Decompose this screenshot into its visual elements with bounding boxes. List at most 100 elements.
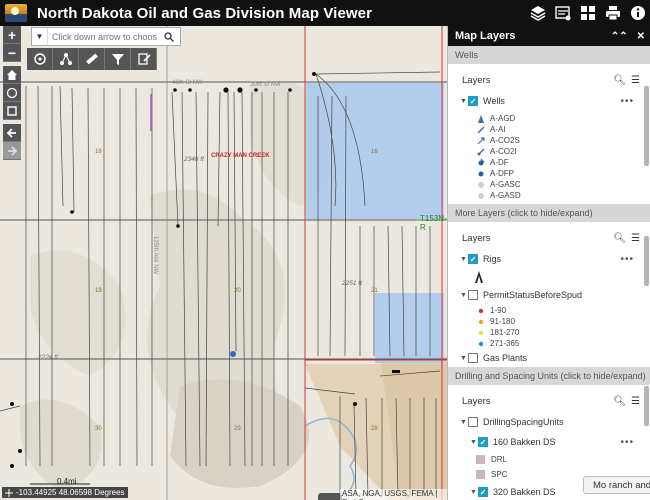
ndic-logo bbox=[5, 4, 27, 22]
share-icon[interactable] bbox=[53, 48, 79, 70]
identify-icon[interactable] bbox=[27, 48, 53, 70]
coordinate-text: -103.44925 48.06598 Degrees bbox=[16, 488, 125, 497]
road-label: 30th St NW bbox=[250, 82, 281, 88]
attribution-text: ASA, NGA, USGS, FEMA | Esri Con bbox=[340, 489, 447, 500]
chevron-down-icon[interactable]: ▼ bbox=[460, 256, 468, 263]
collapse-icon[interactable]: ⌃⌃ bbox=[611, 31, 628, 42]
permit-legend: 1-90 91-180 181-270 271-365 bbox=[448, 305, 650, 349]
map-nav-controls: + − bbox=[3, 26, 21, 160]
legend-item: A-AI bbox=[448, 124, 650, 135]
legend-item: 91-180 bbox=[448, 316, 650, 327]
measure-icon[interactable] bbox=[79, 48, 105, 70]
section-label: 30 bbox=[95, 426, 102, 432]
forward-arrow-icon[interactable] bbox=[3, 142, 21, 160]
header-toolbar bbox=[529, 0, 646, 26]
more-options-icon[interactable]: ••• bbox=[620, 254, 634, 265]
layer-label: Gas Plants bbox=[483, 353, 528, 363]
list-filter-icon[interactable]: ☰ bbox=[631, 75, 640, 86]
fullscreen-icon[interactable] bbox=[3, 102, 21, 120]
layer-row-rigs[interactable]: ▼ ✓ Rigs ••• bbox=[448, 249, 650, 269]
layer-row-wells[interactable]: ▼ ✓ Wells ••• bbox=[448, 91, 650, 111]
wells-scrollbar[interactable] bbox=[644, 86, 649, 166]
section-label: 28 bbox=[371, 426, 378, 432]
search-icon[interactable]: 🔍︎ bbox=[613, 233, 626, 244]
legend-item: A-AGD bbox=[448, 113, 650, 124]
tooltip-box: Mo ranch and Ga bbox=[583, 476, 650, 494]
road-label: 125th Ave NW bbox=[152, 236, 158, 275]
app-header: North Dakota Oil and Gas Division Map Vi… bbox=[0, 0, 650, 26]
more-options-icon[interactable]: ••• bbox=[620, 96, 634, 107]
attribute-table-handle[interactable] bbox=[318, 493, 342, 500]
more-layers-section-bar[interactable]: More Layers (click to hide/expand) bbox=[448, 204, 650, 222]
chevron-down-icon[interactable]: ▼ bbox=[32, 28, 48, 45]
list-filter-icon[interactable]: ☰ bbox=[631, 233, 640, 244]
back-arrow-icon[interactable] bbox=[3, 124, 21, 142]
layers-panel: Map Layers ⌃⌃ ✕ Wells Layers 🔍︎ ☰ ▼ ✓ Wel… bbox=[447, 26, 650, 500]
dsu-checkbox[interactable] bbox=[468, 417, 478, 427]
search-input[interactable] bbox=[48, 29, 160, 44]
print-icon[interactable] bbox=[604, 5, 621, 22]
drilling-section-bar[interactable]: Drilling and Spacing Units (click to hid… bbox=[448, 367, 650, 385]
grid-icon[interactable] bbox=[579, 5, 596, 22]
bakken320-checkbox[interactable]: ✓ bbox=[478, 487, 488, 497]
section-label: 21 bbox=[371, 288, 378, 294]
permit-checkbox[interactable] bbox=[468, 290, 478, 300]
close-icon[interactable]: ✕ bbox=[637, 31, 645, 42]
layer-row-gas-plants[interactable]: ▼ Gas Plants bbox=[448, 349, 650, 367]
section-label: 19 bbox=[95, 288, 102, 294]
layer-label: Wells bbox=[483, 96, 505, 106]
list-filter-icon[interactable]: ☰ bbox=[631, 396, 640, 407]
legend-item: A-GASC bbox=[448, 179, 650, 190]
section-label: 29 bbox=[234, 426, 241, 432]
legend-item: 271-365 bbox=[448, 338, 650, 349]
search-icon[interactable]: 🔍︎ bbox=[613, 396, 626, 407]
map-view[interactable]: CRAZY MAN CREEK T153N-R 2346 ft 2251 ft … bbox=[0, 26, 447, 500]
crosshair-icon bbox=[5, 488, 13, 497]
more-layers-scrollbar[interactable] bbox=[644, 236, 649, 286]
elevation-label: 2224 ft bbox=[38, 354, 58, 361]
layer-label: Rigs bbox=[483, 254, 502, 264]
more-options-icon[interactable]: ••• bbox=[620, 437, 634, 448]
chevron-down-icon[interactable]: ▼ bbox=[460, 419, 468, 426]
township-label: T153N-R bbox=[420, 214, 447, 232]
layer-label: 320 Bakken DS bbox=[493, 487, 556, 497]
road-label: 46th St NW bbox=[172, 80, 203, 86]
home-icon[interactable] bbox=[3, 66, 21, 84]
chevron-down-icon[interactable]: ▼ bbox=[460, 292, 468, 299]
filter-icon[interactable] bbox=[105, 48, 131, 70]
chevron-down-icon[interactable]: ▼ bbox=[470, 439, 478, 446]
gas-plants-checkbox[interactable] bbox=[468, 353, 478, 363]
layers-subheader: Layers 🔍︎ ☰ bbox=[448, 227, 650, 249]
info-icon[interactable] bbox=[629, 5, 646, 22]
search-box: ▼ bbox=[31, 27, 181, 46]
legend-item: A-GASD bbox=[448, 190, 650, 201]
layers-label: Layers bbox=[462, 74, 491, 86]
layers-icon[interactable] bbox=[529, 5, 546, 22]
layer-row-permit[interactable]: ▼ PermitStatusBeforeSpud bbox=[448, 285, 650, 305]
legend-item: A-CO2I bbox=[448, 146, 650, 157]
chevron-down-icon[interactable]: ▼ bbox=[460, 355, 468, 362]
panel-header: Map Layers ⌃⌃ ✕ bbox=[448, 26, 650, 46]
layer-row-dsu[interactable]: ▼ DrillingSpacingUnits bbox=[448, 412, 650, 432]
chevron-down-icon[interactable]: ▼ bbox=[460, 98, 468, 105]
edit-icon[interactable] bbox=[131, 48, 157, 70]
drilling-scrollbar[interactable] bbox=[644, 386, 649, 426]
rigs-checkbox[interactable]: ✓ bbox=[468, 254, 478, 264]
legend-item: 1-90 bbox=[448, 305, 650, 316]
zoom-in-button[interactable]: + bbox=[3, 26, 21, 44]
chevron-down-icon[interactable]: ▼ bbox=[470, 489, 478, 496]
search-icon[interactable] bbox=[160, 28, 178, 45]
layer-row-160-bakken[interactable]: ▼ ✓ 160 Bakken DS ••• bbox=[448, 432, 650, 452]
basemap-icon[interactable] bbox=[554, 5, 571, 22]
panel-title: Map Layers bbox=[455, 30, 516, 42]
creek-label: CRAZY MAN CREEK bbox=[211, 153, 270, 159]
legend-item: DRL bbox=[448, 452, 650, 467]
wells-section-bar[interactable]: Wells bbox=[448, 46, 650, 64]
zoom-out-button[interactable]: − bbox=[3, 44, 21, 62]
elevation-label: 2346 ft bbox=[184, 156, 204, 163]
bakken160-checkbox[interactable]: ✓ bbox=[478, 437, 488, 447]
wells-checkbox[interactable]: ✓ bbox=[468, 96, 478, 106]
elevation-label: 2251 ft bbox=[342, 280, 362, 287]
search-icon[interactable]: 🔍︎ bbox=[613, 75, 626, 86]
locate-icon[interactable] bbox=[3, 84, 21, 102]
